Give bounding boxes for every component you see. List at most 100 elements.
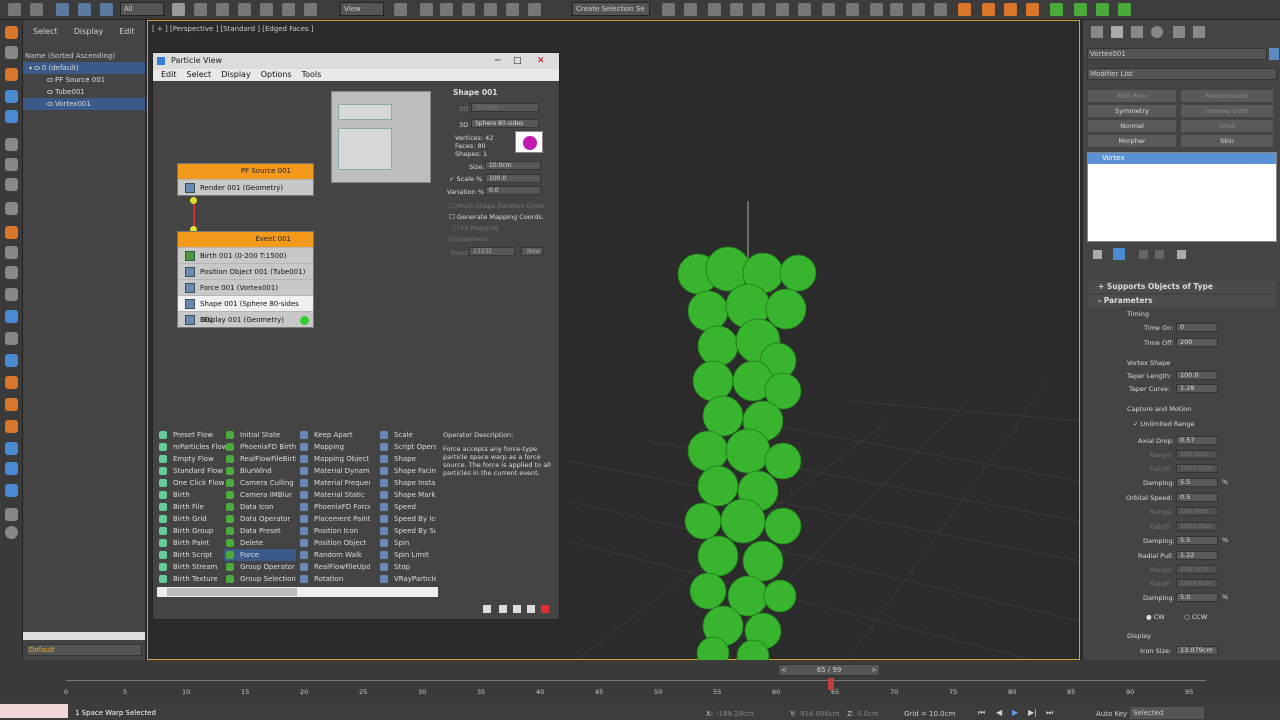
range1-spinner[interactable]: 100.0cm — [1176, 450, 1218, 459]
current-frame-marker[interactable] — [828, 678, 834, 690]
depot-item[interactable]: Material Frequency — [298, 477, 370, 489]
pflow-birth-icon[interactable] — [5, 442, 18, 455]
phoenix-source-icon[interactable] — [1096, 3, 1109, 16]
falloff3-spinner[interactable]: 1000.0cm — [1176, 579, 1218, 588]
depot-item[interactable]: Empty Flow — [157, 453, 229, 465]
pivot-icon[interactable] — [394, 3, 407, 16]
depot-item[interactable]: Stop — [378, 561, 436, 573]
pflow-speed-icon[interactable] — [5, 462, 18, 475]
birth-operator[interactable]: Birth 001 (0-200 T:1500) — [178, 247, 313, 263]
size-spinner[interactable]: 10.0cm — [485, 161, 541, 170]
z-coordinate[interactable]: 0.0cm — [857, 710, 879, 718]
depot-item[interactable]: Data Operator — [224, 513, 296, 525]
render-setup-icon[interactable] — [822, 3, 835, 16]
gen-mapping-checkbox[interactable]: ☐ Generate Mapping Coords. — [449, 213, 544, 221]
position-object-operator[interactable]: Position Object 001 (Tube001) — [178, 263, 313, 279]
depot-item[interactable]: Force — [224, 549, 296, 561]
vortex-tool-icon[interactable] — [5, 246, 18, 259]
utilities-tab-icon[interactable] — [1193, 26, 1205, 38]
depot-item[interactable]: Delete — [224, 537, 296, 549]
redo-icon[interactable] — [30, 3, 43, 16]
create-icon[interactable] — [5, 26, 18, 39]
event-display-canvas[interactable]: PF Source 001 Render 001 (Geometry) Even… — [157, 83, 439, 423]
range3-spinner[interactable]: 100.0cm — [1176, 565, 1218, 574]
stack-item-vortex[interactable]: Vortex — [1088, 153, 1276, 164]
menu-display[interactable]: Display — [74, 27, 104, 36]
depot-item[interactable]: Group Selection — [224, 573, 296, 585]
configure-sets-icon[interactable] — [1177, 250, 1186, 259]
depot-item[interactable]: Birth Texture — [157, 573, 229, 585]
tree-item-default-layer[interactable]: ▾ 0 (default) — [23, 62, 145, 74]
depot-scroll-thumb[interactable] — [167, 588, 297, 596]
time-on-spinner[interactable]: 0 — [1176, 323, 1218, 332]
cw-radio[interactable]: ● CW — [1146, 613, 1165, 621]
shape-2d-dropdown[interactable]: Triangle — [471, 103, 539, 112]
track-bar[interactable] — [66, 680, 1206, 681]
depot-item[interactable]: Birth Paint — [157, 537, 229, 549]
tree-item-pf-source[interactable]: PF Source 001 — [23, 74, 145, 86]
visibility-eye-icon[interactable] — [47, 90, 53, 94]
depot-item[interactable]: Spin — [378, 537, 436, 549]
align-icon[interactable] — [684, 3, 697, 16]
rollout-supports-objects[interactable]: + Supports Objects of Type — [1088, 281, 1276, 293]
reference-coord-dropdown[interactable]: View — [340, 2, 384, 16]
shape-operator[interactable]: Shape 001 (Sphere 80-sides 3D) — [178, 295, 313, 324]
pv-menu-select[interactable]: Select — [187, 69, 212, 81]
shell-button[interactable]: Shell — [1181, 120, 1273, 132]
seed-spinner[interactable]: 23232 — [469, 247, 515, 256]
scale-icon[interactable] — [304, 3, 317, 16]
visibility-eye-icon[interactable] — [33, 66, 40, 70]
pflow-display-icon[interactable] — [5, 508, 18, 521]
wind-tool-icon[interactable] — [5, 288, 18, 301]
radio-3d[interactable]: 3D — [459, 121, 468, 129]
depot-item[interactable]: Birth Script — [157, 549, 229, 561]
depot-item[interactable]: VRayParticleObject — [378, 573, 436, 585]
depot-item[interactable]: Placement Paint — [298, 513, 370, 525]
no-zoom-icon[interactable] — [541, 605, 549, 613]
material-editor-icon[interactable] — [798, 3, 811, 16]
depot-item[interactable]: Standard Flow — [157, 465, 229, 477]
render-cloud-icon[interactable] — [934, 3, 947, 16]
depot-item[interactable]: Shape Mark — [378, 489, 436, 501]
ccw-radio[interactable]: ○ CCW — [1184, 613, 1207, 621]
maxscript-listener[interactable] — [0, 704, 68, 718]
axial-drop-spinner[interactable]: 0.57 — [1176, 436, 1218, 445]
damping1-spinner[interactable]: 5.5 — [1176, 478, 1218, 487]
teapot-icon[interactable] — [5, 110, 18, 123]
render-production-icon[interactable] — [870, 3, 883, 16]
pv-menu-edit[interactable]: Edit — [161, 69, 177, 81]
pan-icon[interactable] — [483, 605, 491, 613]
select-manipulate-icon[interactable] — [420, 3, 433, 16]
event-node-title[interactable]: Event 001 — [178, 232, 313, 247]
variation-spinner[interactable]: 0.0 — [485, 186, 541, 195]
remove-modifier-icon[interactable] — [1155, 250, 1164, 259]
zoom-icon[interactable] — [499, 605, 507, 613]
undo-icon[interactable] — [8, 3, 21, 16]
depot-item[interactable]: Data Icon — [224, 501, 296, 513]
play-animation-icon[interactable]: ▶ — [1012, 708, 1018, 717]
render-iterative-icon[interactable] — [890, 3, 903, 16]
depot-item[interactable]: Data Preset — [224, 525, 296, 537]
depot-item[interactable]: Script Operator — [378, 441, 436, 453]
damping3-spinner[interactable]: 5.0 — [1176, 593, 1218, 602]
prev-key-icon[interactable]: ◀ — [996, 708, 1002, 717]
vray-light-icon[interactable] — [1004, 3, 1017, 16]
display-operator[interactable]: Display 001 (Geometry) — [178, 311, 313, 327]
skin-button[interactable]: Skin — [1181, 135, 1273, 147]
zoom-extents-icon[interactable] — [527, 605, 535, 613]
unlink-icon[interactable] — [78, 3, 91, 16]
menu-select[interactable]: Select — [33, 27, 58, 36]
deflector-icon[interactable] — [5, 354, 18, 367]
move-icon[interactable] — [260, 3, 273, 16]
x-coordinate[interactable]: -189.29cm — [716, 710, 754, 718]
bind-spacewarp-icon[interactable] — [100, 3, 113, 16]
hierarchy-tab-icon[interactable] — [1131, 26, 1143, 38]
depot-item[interactable]: Preset Flow — [157, 429, 229, 441]
symmetry-button[interactable]: Symmetry — [1088, 105, 1176, 117]
depot-item[interactable]: Material Dynamic — [298, 465, 370, 477]
depot-item[interactable]: Birth Group — [157, 525, 229, 537]
key-filter-dropdown[interactable]: Selected — [1130, 707, 1204, 719]
vray-icon[interactable] — [958, 3, 971, 16]
time-slider[interactable]: < 65 / 99 > — [778, 664, 880, 676]
pflow-source-icon[interactable] — [5, 398, 18, 411]
